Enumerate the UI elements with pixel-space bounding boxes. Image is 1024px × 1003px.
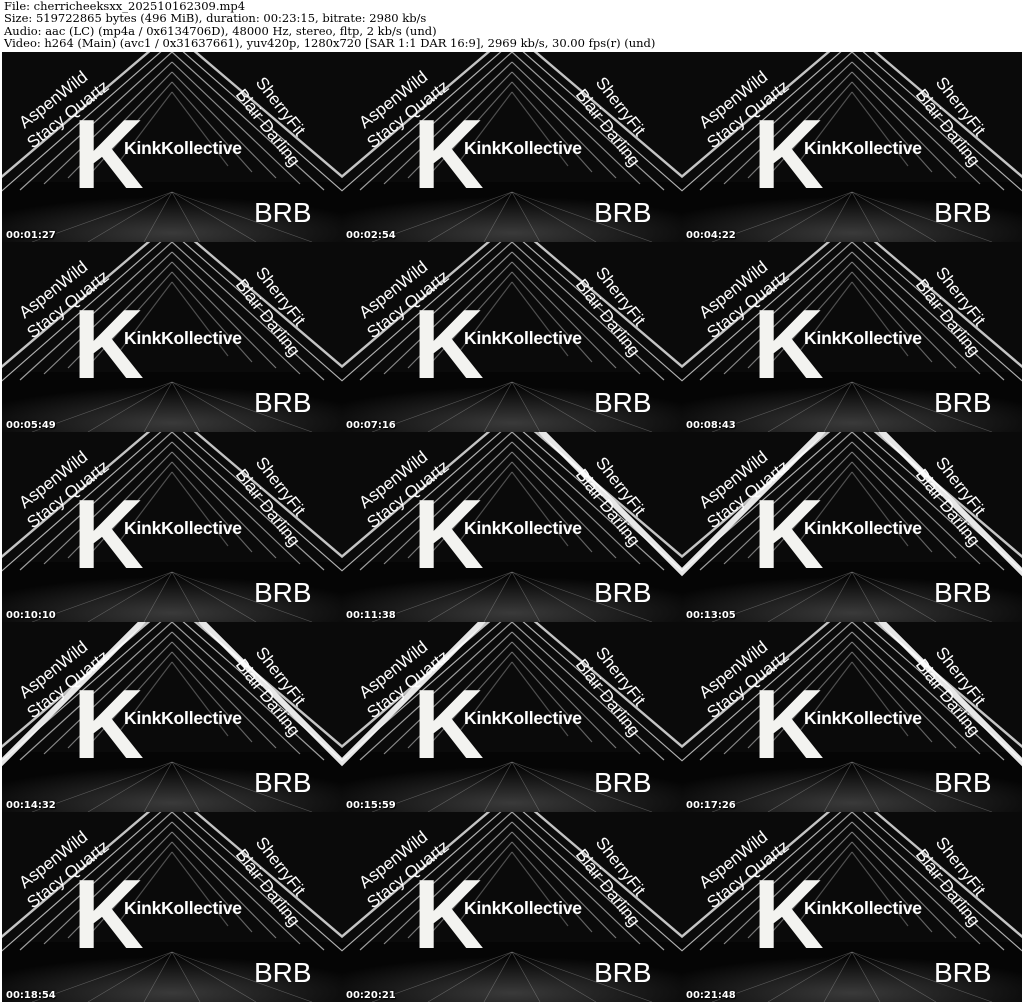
video-thumbnail[interactable]: AspenWild Stacy Quartz SherryFit Blair D…	[342, 432, 682, 622]
thumbnail-timestamp: 00:01:27	[6, 230, 56, 241]
video-thumbnail[interactable]: AspenWild Stacy Quartz SherryFit Blair D…	[682, 812, 1022, 1002]
thumbnail-timestamp: 00:07:16	[346, 420, 396, 431]
status-text: BRB	[254, 197, 312, 228]
status-text: BRB	[594, 767, 652, 798]
thumbnail-timestamp: 00:20:21	[346, 990, 396, 1001]
logo-name: KinkKollective	[464, 328, 582, 348]
video-thumbnail[interactable]: AspenWild Stacy Quartz SherryFit Blair D…	[342, 622, 682, 812]
status-text: BRB	[934, 577, 992, 608]
logo-name: KinkKollective	[464, 898, 582, 918]
status-text: BRB	[594, 387, 652, 418]
status-text: BRB	[254, 767, 312, 798]
thumbnail-timestamp: 00:11:38	[346, 610, 396, 621]
status-text: BRB	[254, 577, 312, 608]
logo-name: KinkKollective	[464, 138, 582, 158]
status-text: BRB	[254, 387, 312, 418]
thumbnail-timestamp: 00:13:05	[686, 610, 736, 621]
thumbnail-timestamp: 00:15:59	[346, 800, 396, 811]
video-thumbnail[interactable]: AspenWild Stacy Quartz SherryFit Blair D…	[2, 52, 342, 242]
status-text: BRB	[934, 957, 992, 988]
logo-name: KinkKollective	[464, 518, 582, 538]
logo-name: KinkKollective	[804, 138, 922, 158]
logo-name: KinkKollective	[804, 898, 922, 918]
status-text: BRB	[594, 197, 652, 228]
status-text: BRB	[934, 387, 992, 418]
video-thumbnail[interactable]: AspenWild Stacy Quartz SherryFit Blair D…	[2, 242, 342, 432]
thumbnail-timestamp: 00:21:48	[686, 990, 736, 1001]
status-text: BRB	[594, 577, 652, 608]
video-thumbnail[interactable]: AspenWild Stacy Quartz SherryFit Blair D…	[682, 242, 1022, 432]
logo-name: KinkKollective	[804, 518, 922, 538]
video-info-line: Video: h264 (Main) (avc1 / 0x31637661), …	[4, 36, 656, 51]
file-size-line: Size: 519722865 bytes (496 MiB), duratio…	[4, 11, 427, 26]
video-thumbnail[interactable]: AspenWild Stacy Quartz SherryFit Blair D…	[682, 52, 1022, 242]
video-thumbnail[interactable]: AspenWild Stacy Quartz SherryFit Blair D…	[682, 622, 1022, 812]
thumbnail-timestamp: 00:05:49	[6, 420, 56, 431]
thumbnail-timestamp: 00:02:54	[346, 230, 396, 241]
logo-name: KinkKollective	[124, 138, 242, 158]
thumbnail-grid: AspenWild Stacy Quartz SherryFit Blair D…	[0, 52, 1024, 1003]
thumbnail-timestamp: 00:04:22	[686, 230, 736, 241]
logo-name: KinkKollective	[464, 708, 582, 728]
status-text: BRB	[934, 197, 992, 228]
logo-name: KinkKollective	[124, 328, 242, 348]
thumbnail-timestamp: 00:17:26	[686, 800, 736, 811]
video-thumbnail[interactable]: AspenWild Stacy Quartz SherryFit Blair D…	[342, 242, 682, 432]
logo-name: KinkKollective	[124, 518, 242, 538]
logo-name: KinkKollective	[124, 708, 242, 728]
logo-name: KinkKollective	[124, 898, 242, 918]
thumbnail-timestamp: 00:10:10	[6, 610, 56, 621]
status-text: BRB	[254, 957, 312, 988]
status-text: BRB	[934, 767, 992, 798]
logo-name: KinkKollective	[804, 328, 922, 348]
thumbnail-timestamp: 00:08:43	[686, 420, 736, 431]
logo-name: KinkKollective	[804, 708, 922, 728]
video-thumbnail[interactable]: AspenWild Stacy Quartz SherryFit Blair D…	[342, 812, 682, 1002]
video-thumbnail[interactable]: AspenWild Stacy Quartz SherryFit Blair D…	[2, 622, 342, 812]
video-thumbnail[interactable]: AspenWild Stacy Quartz SherryFit Blair D…	[342, 52, 682, 242]
thumbnail-timestamp: 00:18:54	[6, 990, 56, 1001]
video-thumbnail[interactable]: AspenWild Stacy Quartz SherryFit Blair D…	[2, 432, 342, 622]
video-thumbnail[interactable]: AspenWild Stacy Quartz SherryFit Blair D…	[682, 432, 1022, 622]
file-info-header: File: cherricheeksxx_202510162309.mp4 Si…	[0, 0, 1024, 52]
status-text: BRB	[594, 957, 652, 988]
thumbnail-timestamp: 00:14:32	[6, 800, 56, 811]
video-thumbnail[interactable]: AspenWild Stacy Quartz SherryFit Blair D…	[2, 812, 342, 1002]
